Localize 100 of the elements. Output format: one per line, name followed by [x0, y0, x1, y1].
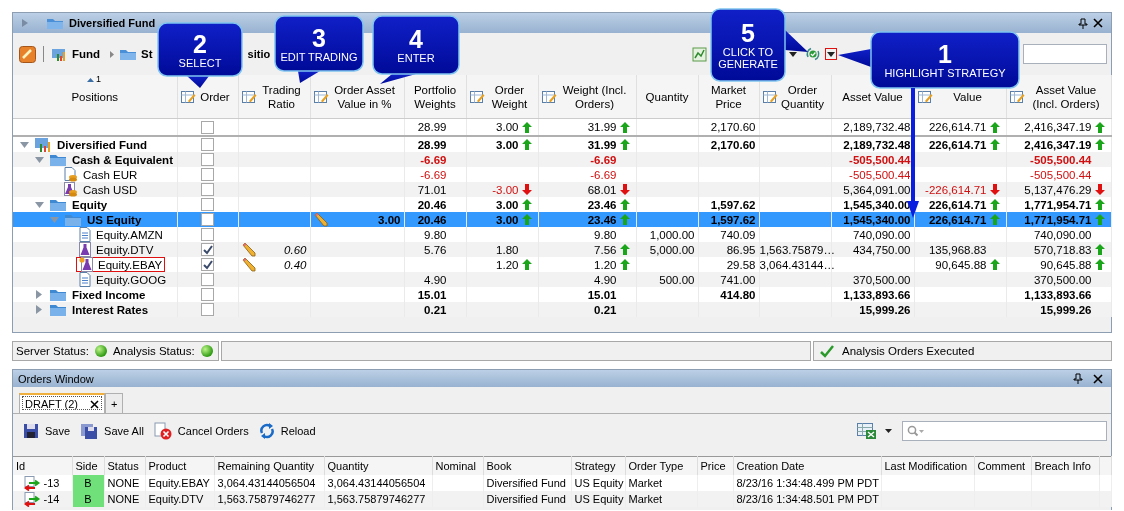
- checkbox[interactable]: [201, 273, 214, 287]
- up-arrow-icon: [989, 121, 1000, 133]
- table-row[interactable]: Equity.DTV 0.60 5.76 1.80 7.56 5,000.00 86.95 1,563.75879… 434,750.00 135,968.83 570,718.83: [13, 242, 1111, 257]
- column-header[interactable]: Positions: [16, 89, 174, 104]
- column-header[interactable]: Book: [486, 460, 512, 472]
- toolbar-button[interactable]: Reload: [258, 423, 316, 439]
- table-cell: -505,500.44: [849, 168, 911, 181]
- table-cell: 3,064.43144056504: [327, 477, 426, 489]
- pencil-icon[interactable]: [240, 257, 256, 272]
- checkbox[interactable]: [201, 213, 214, 227]
- breadcrumb-item[interactable]: Fund: [72, 48, 101, 60]
- up-arrow-icon: [619, 259, 630, 270]
- pin-icon[interactable]: [1073, 373, 1083, 384]
- collapse-icon[interactable]: [34, 201, 44, 208]
- table-cell: 570,718.83: [1033, 243, 1092, 256]
- checkbox[interactable]: [201, 258, 214, 272]
- search-field[interactable]: [902, 421, 1107, 441]
- checkbox[interactable]: [201, 138, 214, 152]
- tree-item-label[interactable]: Equity: [72, 198, 108, 211]
- table-cell: 4.90: [594, 273, 617, 286]
- checkbox[interactable]: [201, 168, 214, 182]
- checkbox[interactable]: [201, 288, 214, 302]
- table-cell: 1,771,954.71: [1024, 198, 1092, 211]
- sort-indicator[interactable]: 1: [87, 75, 101, 84]
- breadcrumb-item[interactable]: St: [141, 48, 153, 60]
- pin-icon[interactable]: [1078, 17, 1088, 29]
- table-cell: 15,999.26: [859, 303, 911, 316]
- tree-item-label[interactable]: Equity.AMZN: [96, 228, 163, 241]
- table-cell: -13: [43, 477, 60, 489]
- collapse-icon[interactable]: [34, 156, 44, 163]
- chart-icon[interactable]: [692, 46, 707, 62]
- checkbox[interactable]: [201, 198, 214, 212]
- brush-icon[interactable]: [19, 45, 36, 63]
- table-cell: -505,500.44: [849, 153, 911, 166]
- table-cell: Market: [628, 493, 663, 505]
- caret-icon[interactable]: [885, 429, 892, 433]
- folder-icon: [49, 302, 67, 317]
- table-cell: -6.69: [420, 168, 447, 181]
- checkbox[interactable]: [201, 153, 214, 167]
- table-cell: 2,170.60: [710, 138, 756, 151]
- table-cell: -6.69: [420, 153, 447, 166]
- column-header[interactable]: Id: [16, 460, 26, 472]
- toolbar-button[interactable]: Save: [23, 423, 71, 439]
- tree-item-label[interactable]: Diversified Fund: [57, 138, 148, 151]
- spreadsheet-icon[interactable]: [857, 423, 877, 439]
- expand-icon[interactable]: [36, 290, 42, 299]
- edit-icon: [762, 89, 778, 104]
- table-cell: 3.00: [378, 213, 401, 226]
- table-row[interactable]: 28.99 3.00 31.99 2,170.60 2,189,732.48 226,614.71 2,416,347.19: [13, 118, 1111, 136]
- search-field[interactable]: [1023, 44, 1107, 64]
- table-cell: Equity.DTV: [148, 493, 204, 505]
- close-icon[interactable]: [1093, 373, 1103, 384]
- close-icon[interactable]: [89, 399, 99, 409]
- table-cell: 1,563.75879746277: [327, 493, 426, 505]
- table-row[interactable]: US Equity 3.00 20.46 3.00 23.46 1,597.62 1,545,340.00 226,614.71 1,771,954.71: [13, 212, 1111, 227]
- table-cell: 3.00: [496, 138, 519, 151]
- pencil-icon[interactable]: [312, 212, 328, 227]
- expand-icon[interactable]: [36, 305, 42, 314]
- checkbox[interactable]: [201, 183, 214, 197]
- up-arrow-icon: [521, 259, 532, 270]
- checkbox[interactable]: [201, 303, 214, 317]
- close-icon[interactable]: [1093, 18, 1103, 28]
- refresh-icon[interactable]: [805, 46, 821, 62]
- toolbar-button[interactable]: Cancel Orders: [153, 422, 249, 440]
- down-arrow-icon: [619, 184, 630, 195]
- tree-item-label[interactable]: Cash EUR: [83, 168, 138, 181]
- checkbox[interactable]: [201, 243, 214, 257]
- pencil-icon[interactable]: [240, 242, 256, 257]
- table-row[interactable]: Interest Rates 0.21 0.21 15,999.26 15,999.26: [13, 302, 1111, 317]
- refresh-icon: [258, 423, 275, 439]
- table-row[interactable]: Cash USD 71.01 -3.00 68.01 5,364,091.00 -226,614.71 5,137,476.29: [13, 182, 1111, 197]
- table-cell: US Equity: [574, 477, 624, 489]
- toolbar-button[interactable]: Save All: [80, 422, 144, 440]
- table-cell: -226,614.71: [925, 183, 987, 196]
- dropdown-button[interactable]: [825, 48, 837, 60]
- table-cell: 226,614.71: [928, 198, 987, 211]
- table-cell: 741.00: [720, 273, 756, 286]
- checkbox[interactable]: [201, 120, 214, 134]
- table-cell: 31.99: [587, 121, 617, 133]
- table-cell: 15.01: [417, 288, 447, 301]
- tree-item-label[interactable]: Equity.EBAY: [98, 258, 163, 271]
- breadcrumb-item[interactable]: sitio: [247, 48, 271, 60]
- expand-icon[interactable]: [21, 18, 29, 28]
- up-arrow-icon: [619, 244, 630, 255]
- table-cell: 3.00: [496, 121, 519, 133]
- table-cell: 1,545,340.00: [843, 213, 911, 226]
- callout-text: CLICK TO GENERATE: [717, 46, 779, 70]
- table-row[interactable]: Cash & Equivalent -6.69 -6.69 -505,500.44 -505,500.44: [13, 152, 1111, 167]
- up-arrow-icon: [1094, 199, 1105, 210]
- tree-item-label[interactable]: Fixed Income: [72, 288, 146, 301]
- table-cell: Market: [628, 477, 663, 489]
- table-cell: -505,500.44: [1030, 168, 1092, 181]
- collapse-icon[interactable]: [19, 141, 29, 148]
- table-cell: 434,750.00: [852, 243, 911, 256]
- table-row[interactable]: Equity.GOOG 4.90 4.90 500.00 741.00 370,500.00 370,500.00: [13, 272, 1111, 287]
- chart-icon: [34, 137, 52, 152]
- table-cell: 2,416,347.19: [1024, 121, 1092, 133]
- table-cell: 1,597.62: [710, 198, 756, 211]
- up-arrow-icon: [521, 121, 532, 133]
- checkbox[interactable]: [201, 228, 214, 242]
